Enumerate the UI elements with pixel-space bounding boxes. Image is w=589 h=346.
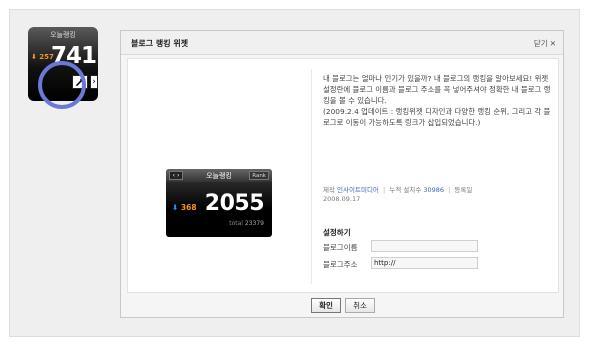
preview-rank-value: ⬇ 368	[172, 203, 197, 212]
close-icon[interactable]: ✕	[550, 39, 556, 48]
description-line: 내 블로그는 얼마나 인기가 있을까? 내 블로그의 랭킹을 알아보세요! 위젯…	[323, 74, 551, 105]
registered-label: 등록일	[454, 186, 473, 194]
close-label: 닫기	[533, 39, 548, 48]
dialog-header: 블로그 랭킹 위젯 닫기 ✕	[121, 31, 563, 55]
dialog-title: 블로그 랭킹 위젯	[131, 39, 189, 48]
preview-total-value: 23379	[244, 220, 264, 227]
blog-url-input[interactable]	[371, 257, 478, 269]
highlight-circle	[38, 61, 86, 109]
preview-big-number: 2055	[204, 191, 265, 216]
confirm-button[interactable]: 확인	[311, 298, 341, 313]
description-line: (2009.2.4 업데이트 : 랭킹위젯 디자인과 다양한 랭킹 순위, 그리…	[323, 107, 551, 127]
content-divider	[311, 69, 312, 284]
arrow-down-icon: ⬇	[172, 203, 179, 212]
blog-name-input[interactable]	[371, 240, 478, 252]
thumbnail-title: 오늘랭킹	[50, 31, 76, 39]
maker-label: 제작	[323, 186, 335, 194]
dialog-content: 오늘랭킹 ‹ › Rank ⬇ 368 2055 total 23379 내 블…	[127, 58, 559, 293]
registered-value: 2008.09.17	[323, 195, 361, 203]
installs-value: 30986	[423, 186, 445, 194]
blog-name-label: 블로그이름	[323, 243, 358, 252]
widget-meta: 제작 인사이트미디어 | 누적 설치수 30986 | 등록일 2008.09.…	[323, 186, 551, 204]
widget-dialog: 블로그 랭킹 위젯 닫기 ✕ 오늘랭킹 ‹ › Rank ⬇ 368 2055 t…	[120, 30, 564, 318]
preview-total: total 23379	[229, 220, 264, 227]
preview-rank-number: 368	[180, 203, 197, 212]
installs-label: 누적 설치수	[389, 186, 422, 194]
meta-separator: |	[448, 186, 451, 194]
widget-preview: 오늘랭킹 ‹ › Rank ⬇ 368 2055 total 23379	[166, 169, 272, 237]
settings-title: 설정하기	[323, 228, 351, 237]
close-button[interactable]: 닫기 ✕	[534, 38, 556, 49]
preview-total-label: total	[229, 220, 243, 227]
preview-arrows-icon: ‹ ›	[169, 171, 183, 180]
chevron-right-icon[interactable]: ›	[90, 75, 98, 89]
maker-link[interactable]: 인사이트미디어	[337, 186, 379, 194]
blog-url-label: 블로그주소	[323, 260, 358, 269]
meta-separator: |	[383, 186, 386, 194]
widget-description: 내 블로그는 얼마나 인기가 있을까? 내 블로그의 랭킹을 알아보세요! 위젯…	[323, 73, 551, 128]
cancel-button[interactable]: 취소	[345, 298, 375, 313]
preview-rank-button: Rank	[249, 171, 269, 180]
